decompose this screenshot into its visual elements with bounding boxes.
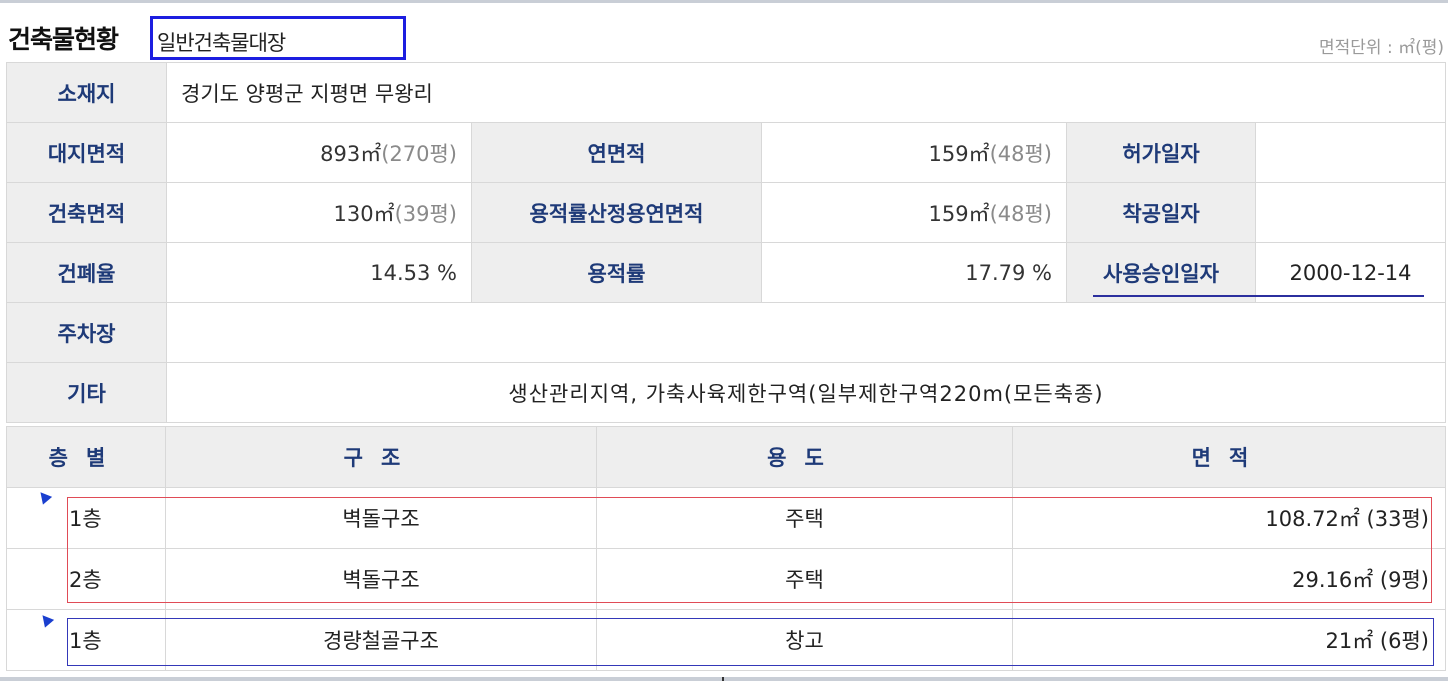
total-floor-area-label: 연면적 [471,122,762,183]
area-row: 대지면적 893㎡(270평) 연면적 159㎡(48평) 허가일자 [6,122,1447,183]
far-label: 용적률 [471,242,762,303]
approval-date-underline [1093,295,1424,297]
floor-table-header: 층별 구조 용도 면적 [6,426,1446,488]
location-value: 경기도 양평군 지평면 무왕리 [165,62,1447,123]
bcr-label: 건폐율 [6,242,167,303]
structure-header: 구조 [165,426,597,488]
building-area-row: 건축면적 130㎡(39평) 용적률산정용연면적 159㎡(48평) 착공일자 [6,182,1447,243]
use-header: 용도 [596,426,1013,488]
start-date-value [1254,182,1447,243]
location-row: 소재지 경기도 양평군 지평면 무왕리 [6,62,1447,123]
building-area-value: 130㎡(39평) [166,182,472,243]
permit-date-value [1254,122,1447,183]
total-floor-area-value: 159㎡(48평) [761,122,1067,183]
total-floor-area-pyeong: (48평) [989,141,1052,166]
building-area-pyeong: (39평) [394,201,457,226]
tick-mark [722,677,724,681]
site-area-pyeong: (270평) [381,141,457,166]
parking-value [165,302,1447,363]
building-summary-table: 소재지 경기도 양평군 지평면 무왕리 대지면적 893㎡(270평) 연면적 … [6,62,1447,423]
floor-header: 층별 [6,426,166,488]
far-value: 17.79 % [761,242,1067,303]
area-unit-note: 면적단위 : ㎡(평) [1319,38,1444,58]
register-type-box[interactable]: 일반건축물대장 [150,16,406,60]
building-area-m2: 130㎡ [333,201,395,226]
other-row: 기타 생산관리지역, 가축사육제한구역(일부제한구역220m(모든축종) [6,362,1447,423]
start-date-label: 착공일자 [1066,182,1256,243]
building-area-label: 건축면적 [6,182,167,243]
location-label: 소재지 [6,62,167,123]
site-area-value: 893㎡(270평) [166,122,472,183]
permit-date-label: 허가일자 [1066,122,1256,183]
approval-date-label: 사용승인일자 [1066,242,1256,303]
site-area-label: 대지면적 [6,122,167,183]
annex-building-highlight [67,618,1434,666]
approval-date-value: 2000-12-14 [1254,242,1447,303]
site-area-m2: 893㎡ [320,141,382,166]
top-divider [0,0,1448,3]
total-floor-area-m2: 159㎡ [928,141,990,166]
bottom-divider [0,677,1448,681]
ratio-row: 건폐율 14.53 % 용적률 17.79 % 사용승인일자 2000-12-1… [6,242,1447,303]
parking-label: 주차장 [6,302,167,363]
parking-row: 주차장 [6,302,1447,363]
far-floor-area-pyeong: (48평) [989,201,1052,226]
page-title: 건축물현황 [8,25,119,54]
other-value: 생산관리지역, 가축사육제한구역(일부제한구역220m(모든축종) [165,362,1447,423]
other-label: 기타 [6,362,167,423]
far-floor-area-value: 159㎡(48평) [761,182,1067,243]
far-floor-area-m2: 159㎡ [928,201,990,226]
bcr-value: 14.53 % [166,242,472,303]
far-floor-area-label: 용적률산정용연면적 [471,182,762,243]
area-header: 면적 [1012,426,1446,488]
main-building-highlight [67,497,1432,603]
